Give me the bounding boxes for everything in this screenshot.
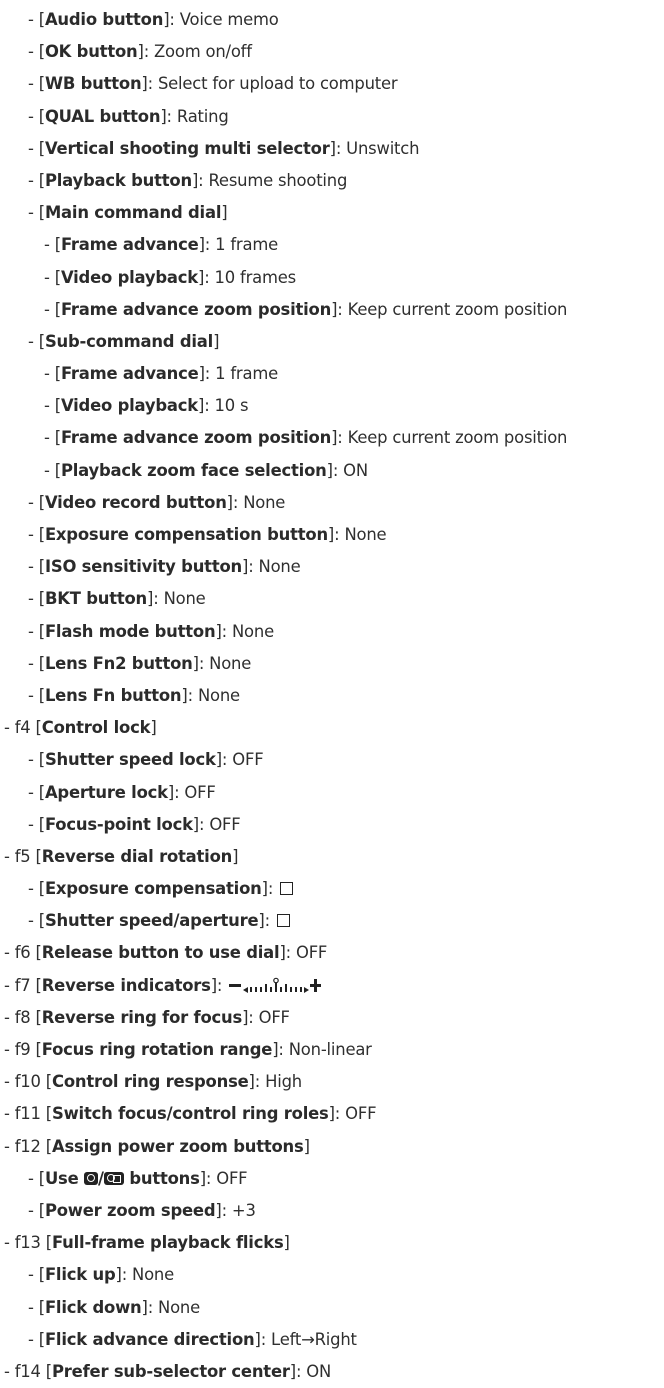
list-item: - f9 [Focus ring rotation range]: Non-li… <box>4 1040 372 1059</box>
list-item: - [OK button]: Zoom on/off <box>28 42 252 62</box>
list-item: - [Playback button]: Resume shooting <box>28 170 348 190</box>
checkbox-icon <box>280 882 294 896</box>
list-item: - f8 [Reverse ring for focus]: OFF <box>4 1007 290 1027</box>
list-item: - [Video playback]: 10 s <box>44 396 249 416</box>
settings-list: - [Audio button]: Voice memo - [OK butto… <box>0 0 664 1388</box>
list-item: - [Audio button]: Voice memo <box>28 10 279 29</box>
list-item: - [Flick down]: None <box>28 1297 201 1317</box>
list-item: - [Power zoom speed]: +3 <box>28 1200 256 1220</box>
list-item: - [Flash mode button]: None <box>28 621 274 641</box>
list-item: - [Use / buttons]: OFF <box>28 1168 248 1188</box>
list-item: - [Lens Fn2 button]: None <box>28 653 252 673</box>
list-item: - [Video playback]: 10 frames <box>44 267 296 287</box>
list-item: - [Exposure compensation button]: None <box>28 525 387 544</box>
list-item: - f12 [Assign power zoom buttons] <box>4 1136 310 1156</box>
list-item: - [Playback zoom face selection]: ON <box>44 460 368 480</box>
list-item: - [BKT button]: None <box>28 589 206 609</box>
list-item: - [Shutter speed/aperture]: <box>0 905 664 937</box>
list-item: - [Exposure compensation]: <box>0 873 664 905</box>
list-item: - [Frame advance zoom position]: Keep cu… <box>44 299 568 319</box>
list-item: - [Aperture lock]: OFF <box>28 782 216 802</box>
list-item: - [Sub-command dial] <box>28 331 220 351</box>
list-item: - f10 [Control ring response]: High <box>4 1072 302 1092</box>
checkbox-icon <box>276 914 290 928</box>
list-item: - [Main command dial] <box>28 203 228 223</box>
list-item: - [Shutter speed lock]: OFF <box>28 750 264 770</box>
list-item: - [Frame advance]: 1 frame <box>44 364 278 384</box>
list-item: - [Focus-point lock]: OFF <box>28 814 241 834</box>
list-item: - [Flick up]: None <box>28 1265 175 1285</box>
list-item: - f11 [Switch focus/control ring roles]:… <box>4 1104 377 1124</box>
list-item: - [Lens Fn button]: None <box>28 685 240 705</box>
zoom-out-button-icon <box>103 1171 124 1185</box>
list-item: - f6 [Release button to use dial]: OFF <box>4 943 328 963</box>
zoom-in-button-icon <box>84 1171 99 1185</box>
list-item: - [QUAL button]: Rating <box>28 106 229 126</box>
list-item: - [WB button]: Select for upload to comp… <box>28 74 398 94</box>
list-item: - [Video record button]: None <box>28 492 286 512</box>
list-item: - [Vertical shooting multi selector]: Un… <box>28 138 420 158</box>
list-item: - [ISO sensitivity button]: None <box>28 557 301 577</box>
list-item: - [Flick advance direction]: Left→Right <box>28 1329 357 1349</box>
list-item: - [Frame advance zoom position]: Keep cu… <box>44 428 568 448</box>
list-item: - f7 [Reverse indicators]: <box>0 970 664 1002</box>
list-item: - [Frame advance]: 1 frame <box>44 235 278 255</box>
list-item: - f13 [Full-frame playback flicks] <box>4 1233 290 1253</box>
list-item: - f14 [Prefer sub-selector center]: ON <box>4 1361 332 1381</box>
exposure-indicator-icon <box>229 977 322 993</box>
list-item: - f5 [Reverse dial rotation] <box>4 846 239 866</box>
list-item: - f4 [Control lock] <box>4 718 157 738</box>
